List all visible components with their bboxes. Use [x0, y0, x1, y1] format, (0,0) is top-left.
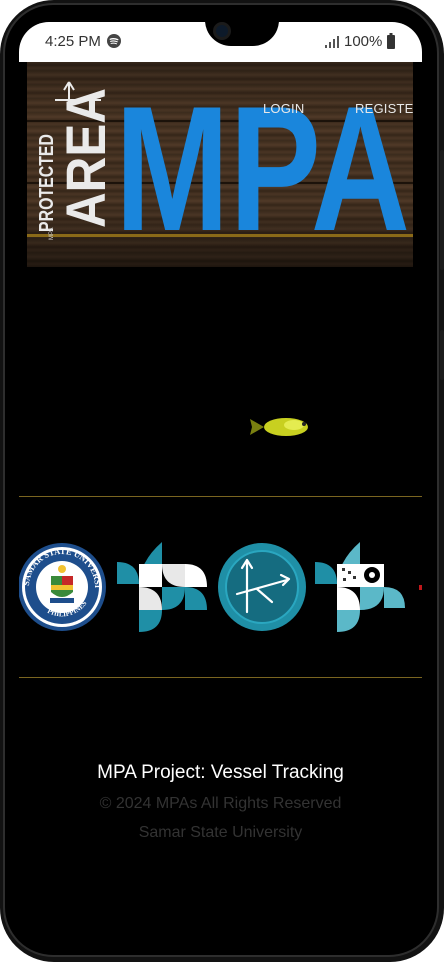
divider-line [19, 677, 422, 678]
volume-button [440, 330, 444, 380]
footer-copyright: © 2024 MPAs All Rights Reserved [99, 795, 342, 812]
spotify-icon [107, 34, 121, 48]
login-link[interactable]: LOGIN [263, 101, 304, 116]
compass-logo [218, 543, 306, 631]
signal-icon [325, 36, 339, 48]
phone-frame: 4:25 PM 100% MPA AREA PROTECTED MPA LOGI… [0, 0, 444, 962]
quadrant-logo [117, 542, 207, 632]
status-time: 4:25 PM [45, 33, 101, 50]
area-text: AREA [54, 88, 117, 228]
hero-section [19, 267, 422, 497]
status-bar: 4:25 PM 100% [19, 22, 422, 62]
banner-graphic: MPA AREA PROTECTED MPA [36, 69, 410, 267]
front-camera [213, 22, 231, 40]
red-marker [419, 585, 422, 590]
small-mpa-mark: MPA [49, 227, 55, 240]
power-button [440, 150, 444, 270]
header-banner: MPA AREA PROTECTED MPA LOGIN REGISTE [27, 62, 413, 267]
gear-quadrant-logo [315, 542, 405, 632]
divider-line [19, 496, 422, 497]
footer-university: Samar State University [138, 824, 303, 841]
samar-state-university-seal: SAMAR STATE UNIVERSITY PHILIPPINES [19, 542, 106, 631]
page-content: MPA AREA PROTECTED MPA LOGIN REGISTE SAM… [19, 62, 422, 918]
register-link[interactable]: REGISTER [355, 101, 413, 116]
protected-text: PROTECTED [36, 134, 58, 232]
fish-icon [250, 415, 312, 439]
footer-title: MPA Project: Vessel Tracking [97, 762, 344, 783]
partner-logos: SAMAR STATE UNIVERSITY PHILIPPINES [19, 502, 422, 677]
mpa-logo-text: MPA [115, 69, 410, 267]
battery-percentage: 100% [344, 33, 383, 50]
screen: 4:25 PM 100% MPA AREA PROTECTED MPA LOGI… [19, 22, 422, 918]
battery-icon [387, 33, 395, 49]
